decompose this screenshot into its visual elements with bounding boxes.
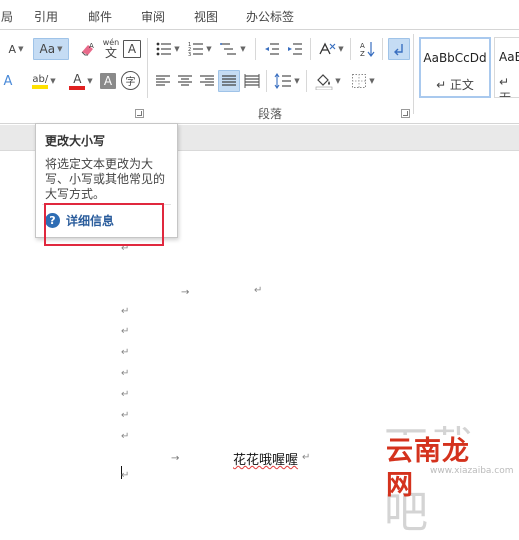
paragraph-mark: ↵ (121, 389, 130, 400)
svg-text:3: 3 (188, 52, 191, 57)
style-normal-name: ↵ 正文 (436, 78, 474, 92)
paint-bucket-icon (315, 74, 333, 90)
paragraph-mark: ↵ (121, 368, 130, 379)
watermark-url: www.xiazaiba.com (430, 466, 514, 476)
font-dialog-launcher[interactable] (135, 109, 144, 118)
tab-layout-partial[interactable]: 局 (1, 8, 13, 25)
increase-indent-button[interactable] (285, 38, 305, 60)
shrink-font-button[interactable]: A ▼ (6, 38, 26, 60)
tooltip-description: 将选定文本更改为大写、小写或其他常见的大写方式。 (45, 157, 166, 201)
bullets-button[interactable]: ▼ (155, 38, 181, 60)
svg-text:Z: Z (360, 50, 365, 58)
ribbon-tab-bar: 局 引用 邮件 审阅 视图 办公标签 (0, 0, 519, 30)
tab-view[interactable]: 视图 (194, 8, 218, 25)
phonetic-bottom: 文 (104, 46, 117, 60)
asian-layout-icon (319, 42, 336, 55)
document-text[interactable]: 花花哦喔喔 (233, 449, 298, 468)
justify-button[interactable] (218, 70, 240, 92)
character-border-button[interactable]: A (123, 40, 141, 58)
decrease-indent-button[interactable] (262, 38, 282, 60)
change-case-label: Aa (39, 42, 56, 56)
distributed-button[interactable] (242, 70, 262, 92)
tab-review[interactable]: 审阅 (141, 8, 165, 25)
align-right-icon (200, 75, 214, 86)
paragraph-separator (310, 38, 311, 60)
eraser-icon: A (81, 42, 94, 56)
character-border-char: A (127, 42, 137, 56)
paragraph-mark: ↵ (121, 410, 130, 421)
paragraph-mark-icon (394, 44, 403, 56)
align-center-button[interactable] (175, 70, 195, 92)
style-no-spacing-sample: AaB (499, 50, 519, 64)
align-center-icon (178, 75, 192, 86)
paragraph-mark: ↵ (121, 431, 130, 442)
sort-button[interactable]: A Z (356, 38, 378, 60)
highlighter-icon: ab/ (32, 74, 49, 89)
paragraph-separator (350, 38, 351, 60)
svg-text:A: A (360, 42, 365, 50)
tab-mailings[interactable]: 邮件 (88, 8, 112, 25)
group-separator (413, 34, 414, 114)
paragraph-mark: ↵ (121, 306, 130, 317)
phonetic-guide-button[interactable]: wén 文 (100, 36, 122, 62)
paragraph-separator (306, 70, 307, 92)
text-highlight-button[interactable]: ab/ ▼ (26, 70, 62, 92)
shading-button[interactable]: ▼ (313, 70, 343, 92)
tab-mark: → (181, 287, 190, 298)
increase-indent-icon (288, 43, 302, 55)
paragraph-separator (255, 38, 256, 60)
align-left-icon (156, 75, 170, 86)
paragraph-mark: ↵ (254, 285, 263, 296)
borders-icon (352, 74, 367, 88)
asian-layout-button[interactable]: ▼ (316, 38, 346, 60)
line-spacing-button[interactable]: ▼ (272, 70, 302, 92)
style-no-spacing[interactable]: AaB ↵ 无 (494, 37, 519, 98)
style-normal[interactable]: AaBbCcDd ↵ 正文 (419, 37, 491, 98)
show-paragraph-marks-button[interactable] (388, 38, 410, 60)
paragraph-dialog-launcher[interactable] (401, 109, 410, 118)
text-effects-button[interactable]: A (0, 70, 16, 92)
paragraph-separator (382, 38, 383, 60)
numbered-list-icon: 1 2 3 (188, 42, 204, 57)
bullet-list-icon (156, 42, 172, 56)
multilevel-list-button[interactable]: ▼ (219, 38, 247, 60)
change-case-button[interactable]: Aa ▼ (33, 38, 69, 60)
tooltip-title: 更改大小写 (45, 134, 106, 148)
paragraph-mark: ↵ (121, 470, 130, 481)
watermark-brand: 云南龙网 (384, 435, 492, 501)
character-shading-button[interactable]: A (100, 73, 116, 89)
character-shading-char: A (103, 74, 113, 88)
paragraph-mark: ↵ (302, 452, 311, 463)
clear-formatting-button[interactable]: A (78, 38, 98, 60)
font-color-button[interactable]: A ▼ (64, 70, 98, 92)
red-highlight-box (44, 203, 164, 246)
enclose-char: 字 (125, 77, 136, 88)
distributed-icon (244, 74, 260, 88)
paragraph-group-label: 段落 (258, 107, 283, 121)
sort-icon: A Z (360, 42, 375, 58)
tab-office-tabs[interactable]: 办公标签 (246, 8, 294, 25)
svg-text:A: A (89, 42, 94, 50)
multilevel-list-icon (220, 43, 237, 55)
enclose-characters-button[interactable]: 字 (121, 71, 140, 90)
align-right-button[interactable] (197, 70, 217, 92)
document-text-content: 花花哦喔喔 (233, 453, 299, 468)
borders-button[interactable]: ▼ (348, 70, 378, 92)
line-spacing-icon (274, 73, 292, 89)
tab-mark: → (171, 453, 180, 464)
tab-references[interactable]: 引用 (34, 8, 58, 25)
font-color-icon: A (69, 72, 86, 90)
group-separator (147, 38, 148, 98)
style-normal-sample: AaBbCcDd (423, 51, 487, 65)
paragraph-mark: ↵ (121, 347, 130, 358)
align-left-button[interactable] (153, 70, 173, 92)
style-no-spacing-name: ↵ 无 (499, 75, 512, 98)
decrease-indent-icon (265, 43, 279, 55)
ribbon-panel: A ▼ Aa ▼ A wén 文 A A ab/ ▼ A ▼ A 字 ▼ 1 2… (0, 30, 519, 124)
paragraph-mark: ↵ (121, 326, 130, 337)
paragraph-separator (266, 70, 267, 92)
numbering-button[interactable]: 1 2 3 ▼ (187, 38, 213, 60)
justify-icon (222, 75, 236, 86)
